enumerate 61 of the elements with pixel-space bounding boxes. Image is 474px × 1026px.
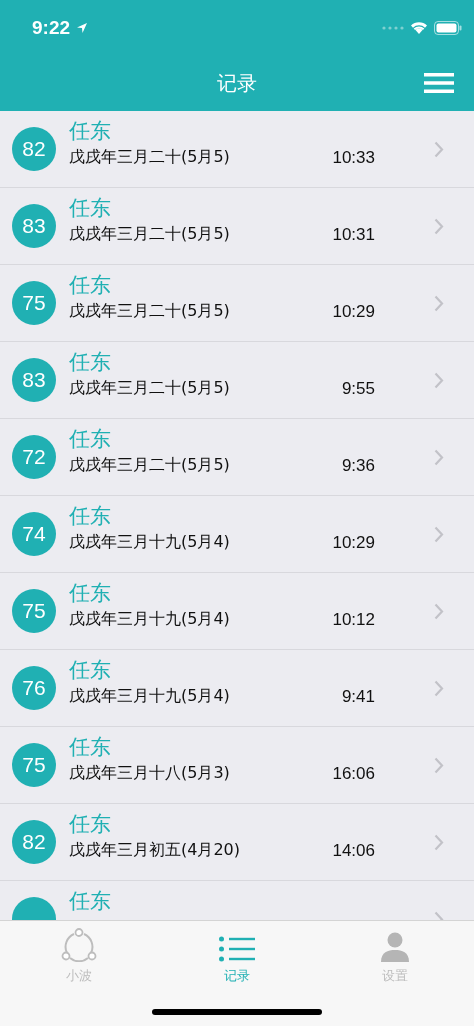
- person-icon: [380, 932, 410, 962]
- record-time: 10:29: [332, 532, 375, 553]
- record-time: 10:31: [332, 224, 375, 245]
- score-badge: 75: [12, 743, 56, 787]
- chevron-icon: [434, 679, 444, 697]
- score-badge: 74: [12, 512, 56, 556]
- score-badge: 75: [12, 281, 56, 325]
- chevron-icon: [434, 140, 444, 158]
- record-date: 戊戌年三月十九(5月4): [69, 609, 230, 630]
- page-title: 记录: [217, 69, 257, 97]
- score-badge: 82: [12, 820, 56, 864]
- chevron-icon: [434, 371, 444, 389]
- record-time: 16:06: [332, 763, 375, 784]
- record-date: 戊戌年三月二十(5月5): [69, 378, 230, 399]
- score-badge: 82: [12, 127, 56, 171]
- record-name: 任东: [69, 351, 112, 373]
- chevron-icon: [434, 602, 444, 620]
- score-badge: 76: [12, 666, 56, 710]
- record-date: 戊戌年三月十九(5月4): [69, 686, 230, 707]
- record-time: 10:12: [332, 609, 375, 630]
- record-time: 9:55: [341, 378, 375, 399]
- chevron-icon: [434, 756, 444, 774]
- record-date: 戊戌年三月二十(5月5): [69, 301, 230, 322]
- record-date: 戊戌年三月二十(5月5): [69, 224, 230, 245]
- chevron-icon: [434, 833, 444, 851]
- chevron-icon: [434, 448, 444, 466]
- wifi-icon: [410, 21, 428, 34]
- chevron-icon: [434, 525, 444, 543]
- score-badge: 75: [12, 589, 56, 633]
- record-time: 9:41: [341, 686, 375, 707]
- score-badge: 72: [12, 435, 56, 479]
- record-name: 任东: [69, 428, 112, 450]
- record-name: 任东: [69, 890, 112, 912]
- record-name: 任东: [69, 274, 112, 296]
- record-name: 任东: [69, 813, 112, 835]
- record-name: 任东: [69, 659, 112, 681]
- battery-icon: [434, 20, 462, 35]
- record-time: 10:33: [332, 147, 375, 168]
- score-badge: 83: [12, 358, 56, 402]
- status-time: 9:22: [32, 16, 71, 39]
- record-name: 任东: [69, 505, 112, 527]
- record-date: 戊戌年三月二十(5月5): [69, 147, 230, 168]
- location-arrow-icon: [76, 21, 89, 34]
- record-date: 戊戌年三月二十(5月5): [69, 455, 230, 476]
- record-time: 9:36: [341, 455, 375, 476]
- record-date: 戊戌年三月初五(4月20): [69, 840, 241, 861]
- record-date: 戊戌年三月十九(5月4): [69, 532, 230, 553]
- signal-icon: [382, 25, 404, 30]
- record-name: 任东: [69, 197, 112, 219]
- score-badge: 83: [12, 204, 56, 248]
- chevron-icon: [434, 294, 444, 312]
- record-name: 任东: [69, 120, 112, 142]
- record-name: 任东: [69, 736, 112, 758]
- list-icon: [219, 936, 255, 962]
- menu-icon[interactable]: [424, 72, 454, 94]
- record-time: 14:06: [332, 840, 375, 861]
- record-date: 戊戌年三月十八(5月3): [69, 763, 230, 784]
- record-name: 任东: [69, 582, 112, 604]
- chevron-icon: [434, 217, 444, 235]
- network-icon: [61, 928, 97, 962]
- record-time: 10:29: [332, 301, 375, 322]
